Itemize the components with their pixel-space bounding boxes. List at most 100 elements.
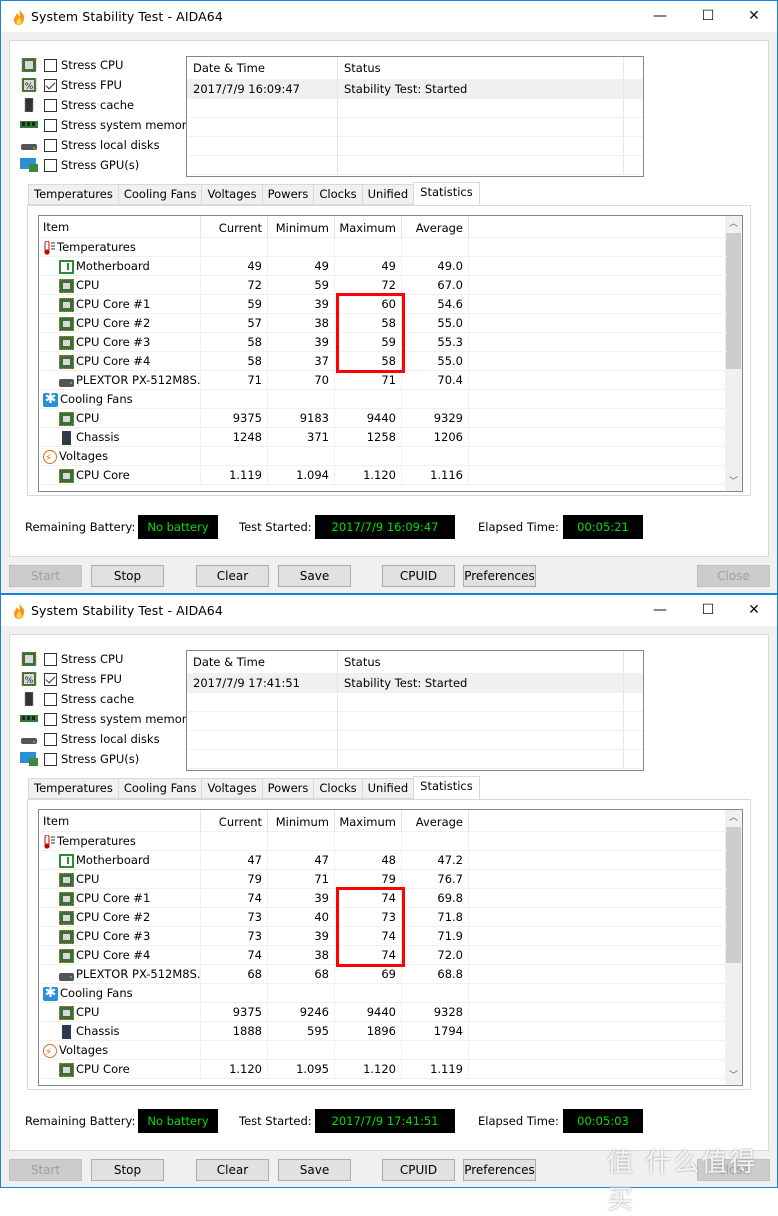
- stress-option[interactable]: Stress system memory: [20, 709, 193, 729]
- column-header-item[interactable]: Item: [39, 216, 201, 238]
- log-header-datetime[interactable]: Date & Time: [187, 651, 338, 673]
- stats-row[interactable]: CPU 9375 9183 9440 9329: [39, 409, 727, 428]
- stats-row[interactable]: CPU Core 1.119 1.094 1.120 1.116: [39, 466, 727, 485]
- stress-checkbox[interactable]: [44, 138, 57, 152]
- cpuid-button[interactable]: CPUID: [382, 565, 455, 587]
- stress-checkbox[interactable]: [44, 752, 57, 766]
- stress-option[interactable]: Stress local disks: [20, 135, 193, 155]
- column-header-current[interactable]: Current: [201, 216, 268, 238]
- stats-group-row[interactable]: Cooling Fans: [39, 390, 727, 409]
- stats-row[interactable]: Chassis 1248 371 1258 1206: [39, 428, 727, 447]
- stress-checkbox[interactable]: [44, 58, 57, 72]
- tab-unified[interactable]: Unified: [361, 184, 414, 205]
- close-window-button[interactable]: ✕: [731, 595, 777, 626]
- scroll-up-icon[interactable]: ︿: [725, 810, 742, 827]
- stats-row[interactable]: CPU Core #1 74 39 74 69.8: [39, 889, 727, 908]
- stats-row[interactable]: CPU 9375 9246 9440 9328: [39, 1003, 727, 1022]
- column-header-minimum[interactable]: Minimum: [268, 810, 335, 832]
- preferences-button[interactable]: Preferences: [463, 565, 536, 587]
- column-header-current[interactable]: Current: [201, 810, 268, 832]
- tab-powers[interactable]: Powers: [261, 778, 314, 799]
- stats-row[interactable]: CPU Core 1.120 1.095 1.120 1.119: [39, 1060, 727, 1079]
- stress-checkbox[interactable]: [44, 118, 57, 132]
- stress-checkbox[interactable]: [44, 78, 57, 92]
- scroll-up-icon[interactable]: ︿: [725, 216, 742, 233]
- close-window-button[interactable]: ✕: [731, 1, 777, 32]
- log-header-status[interactable]: Status: [338, 651, 624, 673]
- tab-voltages[interactable]: Voltages: [201, 778, 262, 799]
- stats-group-row[interactable]: Cooling Fans: [39, 984, 727, 1003]
- stats-row[interactable]: CPU 72 59 72 67.0: [39, 276, 727, 295]
- tab-unified[interactable]: Unified: [361, 778, 414, 799]
- scroll-down-icon[interactable]: ﹀: [725, 1068, 742, 1085]
- stats-group-row[interactable]: Temperatures: [39, 238, 727, 257]
- tab-statistics[interactable]: Statistics: [413, 182, 480, 206]
- maximize-button[interactable]: ☐: [685, 1, 731, 32]
- log-header-status[interactable]: Status: [338, 57, 624, 79]
- stress-option[interactable]: Stress CPU: [20, 649, 193, 669]
- log-row[interactable]: [187, 118, 643, 137]
- stop-button[interactable]: Stop: [91, 1159, 164, 1181]
- stress-option[interactable]: Stress local disks: [20, 729, 193, 749]
- log-row[interactable]: [187, 137, 643, 156]
- column-header-maximum[interactable]: Maximum: [335, 216, 402, 238]
- stats-row[interactable]: CPU 79 71 79 76.7: [39, 870, 727, 889]
- tab-powers[interactable]: Powers: [261, 184, 314, 205]
- cpuid-button[interactable]: CPUID: [382, 1159, 455, 1181]
- tab-temperatures[interactable]: Temperatures: [28, 184, 118, 205]
- start-button[interactable]: Start: [9, 565, 82, 587]
- stress-option[interactable]: Stress GPU(s): [20, 749, 193, 769]
- tab-cooling-fans[interactable]: Cooling Fans: [117, 184, 202, 205]
- title-bar[interactable]: System Stability Test - AIDA64 — ☐ ✕: [1, 1, 777, 32]
- stats-row[interactable]: Motherboard 47 47 48 47.2: [39, 851, 727, 870]
- stress-checkbox[interactable]: [44, 692, 57, 706]
- maximize-button[interactable]: ☐: [685, 595, 731, 626]
- tab-cooling-fans[interactable]: Cooling Fans: [117, 778, 202, 799]
- stats-row[interactable]: CPU Core #4 74 38 74 72.0: [39, 946, 727, 965]
- minimize-button[interactable]: —: [637, 595, 683, 626]
- stats-group-row[interactable]: Voltages: [39, 447, 727, 466]
- stats-row[interactable]: PLEXTOR PX-512M8S... 71 70 71 70.4: [39, 371, 727, 390]
- stress-checkbox[interactable]: [44, 98, 57, 112]
- log-row[interactable]: 2017/7/9 17:41:51 Stability Test: Started: [187, 674, 643, 693]
- log-row[interactable]: 2017/7/9 16:09:47 Stability Test: Started: [187, 80, 643, 99]
- stats-row[interactable]: PLEXTOR PX-512M8S... 68 68 69 68.8: [39, 965, 727, 984]
- vertical-scrollbar[interactable]: ︿ ﹀: [725, 216, 742, 491]
- close-button[interactable]: Close: [697, 1159, 770, 1181]
- scroll-thumb[interactable]: [726, 827, 741, 963]
- stress-checkbox[interactable]: [44, 712, 57, 726]
- vertical-scrollbar[interactable]: ︿ ﹀: [725, 810, 742, 1085]
- close-button[interactable]: Close: [697, 565, 770, 587]
- stats-row[interactable]: CPU Core #2 73 40 73 71.8: [39, 908, 727, 927]
- preferences-button[interactable]: Preferences: [463, 1159, 536, 1181]
- stress-option[interactable]: Stress system memory: [20, 115, 193, 135]
- stress-option[interactable]: % Stress FPU: [20, 669, 193, 689]
- stats-row[interactable]: CPU Core #1 59 39 60 54.6: [39, 295, 727, 314]
- tab-temperatures[interactable]: Temperatures: [28, 778, 118, 799]
- scroll-down-icon[interactable]: ﹀: [725, 474, 742, 491]
- stress-option[interactable]: Stress GPU(s): [20, 155, 193, 175]
- stats-row[interactable]: CPU Core #2 57 38 58 55.0: [39, 314, 727, 333]
- stats-row[interactable]: CPU Core #3 58 39 59 55.3: [39, 333, 727, 352]
- log-row[interactable]: [187, 156, 643, 175]
- minimize-button[interactable]: —: [637, 1, 683, 32]
- stress-checkbox[interactable]: [44, 652, 57, 666]
- column-header-item[interactable]: Item: [39, 810, 201, 832]
- stats-row[interactable]: Chassis 1888 595 1896 1794: [39, 1022, 727, 1041]
- log-row[interactable]: [187, 712, 643, 731]
- stats-row[interactable]: Motherboard 49 49 49 49.0: [39, 257, 727, 276]
- tab-clocks[interactable]: Clocks: [313, 184, 362, 205]
- clear-button[interactable]: Clear: [196, 565, 269, 587]
- log-row[interactable]: [187, 99, 643, 118]
- stats-row[interactable]: CPU Core #4 58 37 58 55.0: [39, 352, 727, 371]
- start-button[interactable]: Start: [9, 1159, 82, 1181]
- tab-clocks[interactable]: Clocks: [313, 778, 362, 799]
- save-button[interactable]: Save: [278, 1159, 351, 1181]
- column-header-average[interactable]: Average: [402, 810, 469, 832]
- stats-row[interactable]: CPU Core #3 73 39 74 71.9: [39, 927, 727, 946]
- column-header-average[interactable]: Average: [402, 216, 469, 238]
- log-row[interactable]: [187, 731, 643, 750]
- stats-group-row[interactable]: Temperatures: [39, 832, 727, 851]
- stress-checkbox[interactable]: [44, 732, 57, 746]
- log-row[interactable]: [187, 750, 643, 769]
